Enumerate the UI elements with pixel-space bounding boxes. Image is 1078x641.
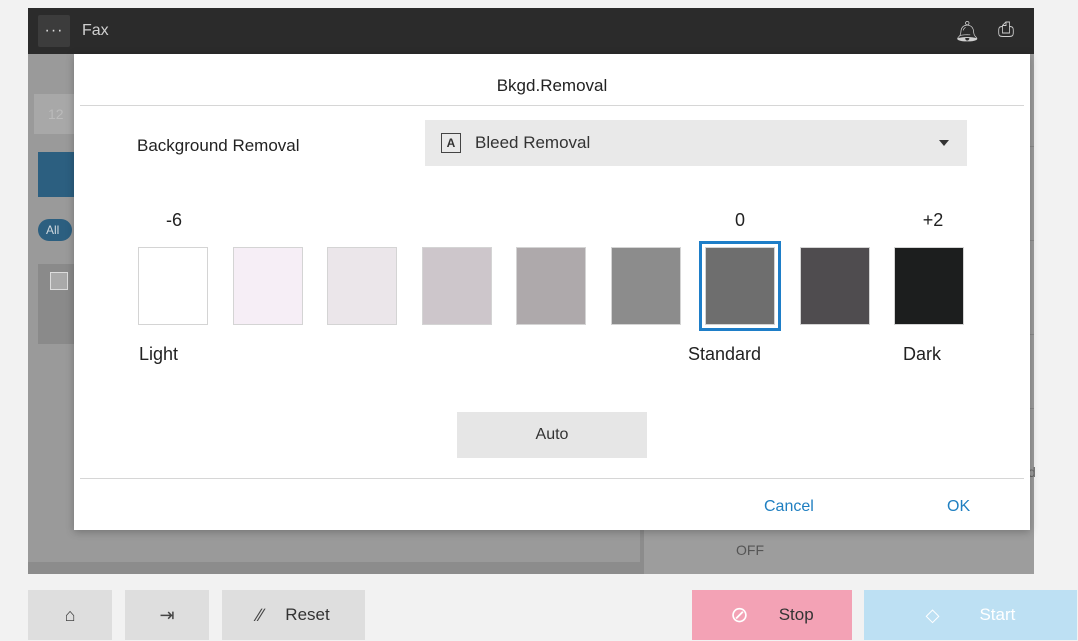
reset-button[interactable]: ∕∕ Reset (222, 590, 365, 640)
background-removal-label: Background Removal (137, 136, 300, 155)
home-icon: ⌂ (64, 604, 76, 625)
stop-icon: ⊘ (730, 602, 749, 627)
standard-label: Standard (688, 344, 762, 364)
density-level-7[interactable] (699, 241, 781, 331)
ok-button[interactable]: OK (947, 498, 970, 516)
logout-icon: ⇥ (159, 604, 175, 625)
bkgd-removal-dialog: Bkgd.Removal Background Removal A Bleed … (74, 54, 1030, 530)
background-removal-select[interactable]: A Bleed Removal (425, 120, 967, 166)
cancel-button[interactable]: Cancel (764, 498, 814, 516)
density-level-8[interactable] (799, 247, 870, 325)
light-label: Light (139, 344, 179, 364)
logout-button[interactable]: ⇥ (125, 590, 209, 640)
memory-value: OFF (736, 542, 764, 558)
reset-icon: ∕∕ (257, 604, 264, 625)
density-level-2[interactable] (232, 247, 303, 325)
menu-button[interactable]: ··· (38, 15, 70, 47)
reset-label: Reset (285, 605, 330, 624)
auto-mode-icon: A (441, 133, 461, 153)
dark-label: Dark (903, 344, 942, 364)
start-label: Start (979, 605, 1016, 624)
home-button[interactable]: ⌂ (28, 590, 112, 640)
density-level-1[interactable] (138, 247, 208, 325)
chevron-down-icon (939, 140, 949, 146)
density-level-6[interactable] (610, 247, 681, 325)
scale-label-max: +2 (922, 210, 944, 230)
background-all-badge: All (38, 219, 72, 241)
auto-button[interactable]: Auto (457, 412, 647, 458)
status-icon[interactable]: ⎙ (998, 19, 1014, 44)
start-icon: ◇ (925, 604, 940, 625)
checkbox (50, 272, 68, 290)
density-level-9[interactable] (894, 247, 964, 325)
app-title: Fax (82, 22, 109, 39)
bell-icon[interactable]: 🔔︎ (955, 19, 980, 44)
density-level-5[interactable] (516, 247, 586, 325)
stop-label: Stop (778, 605, 814, 624)
start-button[interactable]: ◇ Start (864, 590, 1077, 640)
scale-label-standard: 0 (734, 210, 745, 230)
top-bar: ··· Fax 🔔︎ ⎙ (28, 8, 1034, 54)
title-divider (80, 105, 1024, 106)
select-value: Bleed Removal (475, 133, 591, 152)
footer-divider (80, 478, 1024, 479)
stop-button[interactable]: ⊘ Stop (692, 590, 852, 640)
scale-label-min: -6 (165, 210, 182, 230)
bottom-bar: ⌂ ⇥ ∕∕ Reset ⊘ Stop ◇ Start (0, 578, 1078, 641)
density-level-4[interactable] (421, 247, 492, 325)
density-level-3[interactable] (327, 247, 397, 325)
dialog-title: Bkgd.Removal (496, 76, 608, 95)
